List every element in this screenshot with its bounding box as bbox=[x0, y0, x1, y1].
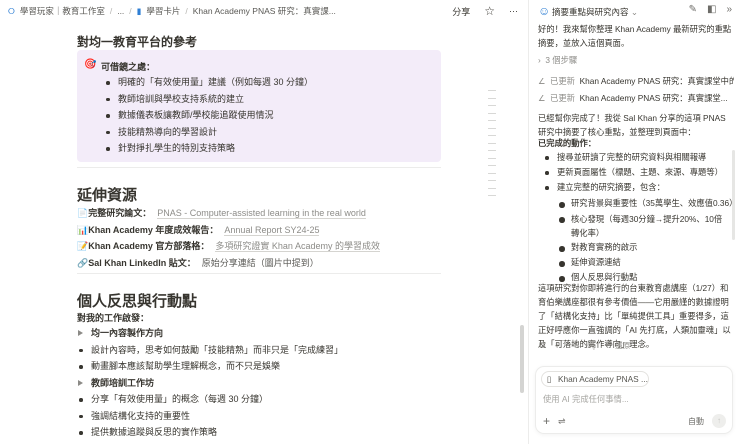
thumbs-up-icon[interactable]: 👍︎ bbox=[569, 340, 578, 351]
reflection-subtitle: 對我的工作啟發： bbox=[77, 313, 150, 323]
toggle-item[interactable]: 教師培訓工作坊 bbox=[77, 375, 343, 392]
list-item: 延伸資源連結 bbox=[557, 255, 729, 270]
new-chat-icon[interactable]: ✎ bbox=[689, 4, 697, 15]
more-icon[interactable]: ··· bbox=[509, 6, 518, 16]
paper-link[interactable]: PNAS - Computer-assisted learning in the… bbox=[157, 208, 366, 219]
ai-avatar-icon: ☺ bbox=[538, 4, 551, 18]
copy-icon[interactable]: ⧉ bbox=[539, 340, 545, 351]
breadcrumb-page[interactable]: Khan Academy PNAS 研究：真實課... bbox=[193, 5, 336, 17]
send-button[interactable]: ↑ bbox=[712, 414, 726, 428]
chat-title[interactable]: 摘要重點與研究內容 ⌄ bbox=[552, 6, 638, 18]
breadcrumb: ⭘ 學習玩家｜教育工作室 / ... / ▮ 學習卡片 / Khan Academy … bbox=[8, 5, 336, 17]
star-icon[interactable]: ☆ bbox=[484, 4, 495, 18]
breadcrumb-workspace[interactable]: 學習玩家｜教育工作室 bbox=[20, 5, 105, 17]
divider bbox=[77, 273, 441, 274]
list-item: 核心發現（每週30分鐘→提升20%、10倍轉化率） bbox=[557, 211, 729, 240]
resource-blog: 📝Khan Academy 官方部落格： 多項研究證實 Khan Academy … bbox=[77, 241, 380, 252]
callout: 🎯 可借鏡之處： 明確的「有效使用量」建議（例如每週 30 分鐘） 教師培訓與學… bbox=[77, 50, 441, 162]
settings-sliders-icon[interactable]: ⇌ bbox=[558, 416, 566, 427]
page-icon: ▯ bbox=[547, 374, 552, 384]
collapse-icon[interactable]: » bbox=[726, 4, 732, 15]
thumbs-down-icon[interactable]: 👎︎ bbox=[587, 340, 596, 351]
update-item[interactable]: ∠ 已更新 Khan Academy PNAS 研究：真實課堂... › bbox=[538, 91, 734, 105]
callout-title: 可借鏡之處： bbox=[101, 62, 156, 72]
done-title: 已完成的動作： bbox=[538, 138, 597, 148]
chevron-down-icon: ⌄ bbox=[630, 7, 639, 17]
divider bbox=[77, 167, 441, 168]
resource-paper: 📄完整研究論文： PNAS - Computer-assisted learnin… bbox=[77, 208, 366, 219]
list-item: 分享「有效使用量」的概念（每週 30 分鐘） bbox=[77, 391, 343, 408]
link-icon: 🔗 bbox=[77, 258, 89, 268]
steps-toggle[interactable]: › 3 個步驟 bbox=[538, 53, 734, 67]
share-button[interactable]: 分享 bbox=[452, 5, 470, 18]
list-item: 教師培訓與學校支持系統的建立 bbox=[104, 91, 313, 108]
list-item: 數據儀表板讓教師/學校能追蹤使用情況 bbox=[104, 107, 313, 124]
ai-input-box: ▯ Khan Academy PNAS ... 使用 AI 完成任何事情... +… bbox=[535, 366, 733, 434]
ai-message-intro: 好的！我來幫你整理 Khan Academy 最新研究的重點摘要，並放入這個頁面… bbox=[538, 24, 732, 48]
section-heading-reference: 對均一教育平台的參考 bbox=[77, 35, 198, 49]
update-item[interactable]: ∠ 已更新 Khan Academy PNAS 研究：真實課堂中的... bbox=[538, 74, 734, 88]
list-item: 研究背景與重要性（35萬學生、效應值0.36） bbox=[557, 196, 737, 211]
section-heading-reflection: 個人反思與行動點 bbox=[77, 293, 198, 310]
list-item: 針對掙扎學生的特別支持策略 bbox=[104, 140, 313, 157]
context-chip[interactable]: ▯ Khan Academy PNAS ... bbox=[541, 371, 649, 387]
list-item: 搜尋並研讀了完整的研究資料與相關報導 bbox=[543, 150, 723, 165]
context-chip-label: Khan Academy PNAS ... bbox=[558, 374, 648, 384]
breadcrumb-ellipsis[interactable]: ... bbox=[117, 6, 124, 16]
toggle-item[interactable]: 均一內容製作方向 bbox=[77, 325, 343, 342]
chart-icon: 📊 bbox=[77, 225, 89, 235]
target-icon: 🎯 bbox=[84, 59, 97, 70]
table-of-contents-minimap[interactable] bbox=[488, 90, 496, 203]
cards-icon: ▮ bbox=[136, 5, 142, 16]
blog-link[interactable]: 多項研究證實 Khan Academy 的學習成效 bbox=[215, 241, 380, 252]
list-item: 對教育實務的啟示 bbox=[557, 240, 729, 255]
memo-icon: 📝 bbox=[77, 241, 89, 251]
document-icon: 📄 bbox=[77, 208, 89, 218]
breadcrumb-parent[interactable]: 學習卡片 bbox=[146, 5, 180, 17]
section-heading-resources: 延伸資源 bbox=[77, 187, 138, 204]
panel-icon[interactable]: ◧ bbox=[707, 4, 716, 15]
page-content: ⭘ 學習玩家｜教育工作室 / ... / ▮ 學習卡片 / Khan Academy … bbox=[0, 0, 528, 444]
resource-linkedin: 🔗Sal Khan LinkedIn 貼文： 原始分享連結（圖片中提到） bbox=[77, 258, 319, 268]
list-item: 技能精熟導向的學習設計 bbox=[104, 124, 313, 141]
scrollbar[interactable] bbox=[520, 325, 524, 393]
workspace-icon: ⭘ bbox=[8, 5, 15, 16]
list-item: 更新頁面屬性（標題、主題、來源、專題等） bbox=[543, 165, 723, 180]
sidebar-scrollbar[interactable] bbox=[732, 150, 735, 240]
chevron-right-icon: › bbox=[730, 93, 734, 103]
undo-button[interactable]: ↶ 還原 bbox=[605, 340, 630, 351]
add-icon[interactable]: + bbox=[554, 341, 559, 351]
report-link[interactable]: Annual Report SY24-25 bbox=[224, 225, 320, 236]
list-item: 提供數據追蹤與反思的實作策略 bbox=[77, 424, 343, 441]
ai-input[interactable]: 使用 AI 完成任何事情... bbox=[543, 393, 629, 405]
mode-selector[interactable]: 自動 bbox=[688, 416, 704, 427]
add-icon[interactable]: + bbox=[543, 414, 550, 428]
list-item: 強調結構化支持的重要性 bbox=[77, 408, 343, 425]
ai-message-done: 已經幫你完成了！我從 Sal Khan 分享的這項 PNAS 研究中摘要了核心重… bbox=[538, 113, 726, 137]
list-item: 明確的「有效使用量」建議（例如每週 30 分鐘） bbox=[104, 74, 313, 91]
list-item: 動畫腳本應該幫助學生理解概念，而不只是娛樂 bbox=[77, 358, 343, 375]
list-item: 建立完整的研究摘要，包含： bbox=[543, 180, 723, 195]
list-item: 設計內容時，思考如何鼓勵「技能精熟」而非只是「完成練習」 bbox=[77, 342, 343, 359]
resource-report: 📊Khan Academy 年度成效報告： Annual Report SY24-… bbox=[77, 225, 320, 236]
